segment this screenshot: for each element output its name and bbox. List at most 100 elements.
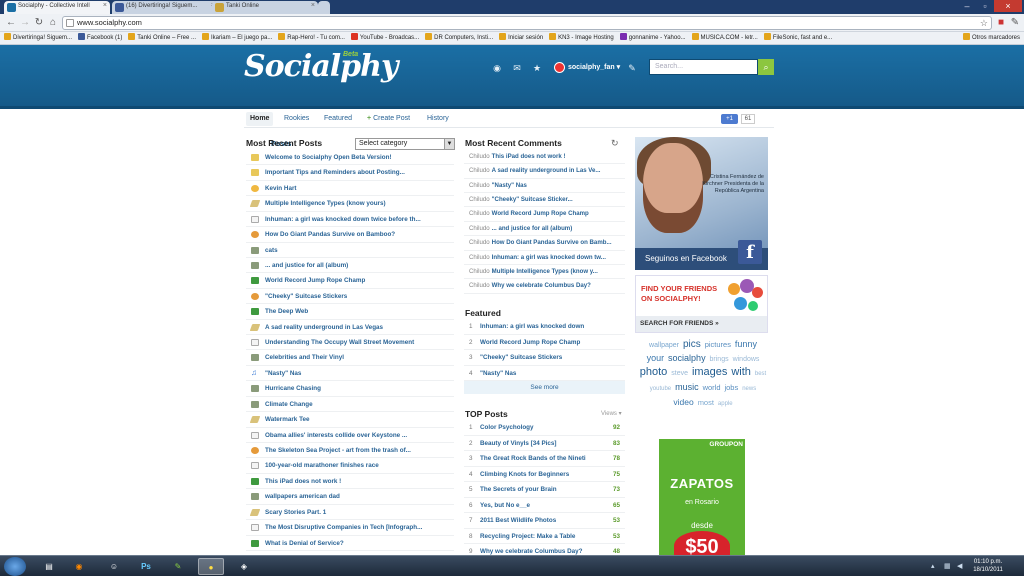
home-icon[interactable]: ⌂ xyxy=(46,16,60,30)
list-item[interactable]: Chiludo "Nasty" Nas xyxy=(464,179,625,194)
comment-post-title[interactable]: Inhuman: a girl was knocked down tw... xyxy=(492,254,606,261)
post-title[interactable]: A sad reality underground in Las Vegas xyxy=(265,324,383,331)
mail-icon[interactable]: ✉ xyxy=(511,62,523,74)
tag-link[interactable]: jobs xyxy=(724,383,738,392)
other-bookmarks[interactable]: Otros marcadores xyxy=(962,32,1020,44)
list-item[interactable]: Celebrities and Their Vinyl xyxy=(246,350,454,366)
comment-author[interactable]: Chiludo xyxy=(469,225,490,232)
bookmark-item[interactable]: KN3 - Image Hosting xyxy=(549,32,614,44)
top-post-title[interactable]: Recycling Project: Make a Table xyxy=(480,533,575,540)
subnav-home[interactable]: Home xyxy=(246,112,274,126)
bookmark-item[interactable]: Divertiringa! Siguem... xyxy=(4,32,72,44)
list-item[interactable]: 1 Inhuman: a girl was knocked down xyxy=(464,319,625,335)
comment-author[interactable]: Chiludo xyxy=(469,239,490,246)
list-item[interactable]: Understanding The Occupy Wall Street Mov… xyxy=(246,335,454,351)
post-title[interactable]: "Nasty" Nas xyxy=(265,370,301,377)
comment-post-title[interactable]: Multiple Intelligence Types (know y... xyxy=(492,268,598,275)
comment-post-title[interactable]: How Do Giant Pandas Survive on Bamb... xyxy=(492,239,612,246)
photoshop-icon[interactable]: Ps xyxy=(133,558,159,575)
list-item[interactable]: A sad reality underground in Las Vegas xyxy=(246,320,454,336)
start-button[interactable] xyxy=(4,557,26,576)
list-item[interactable]: This iPad does not work ! xyxy=(246,474,454,490)
forward-arrow-icon[interactable]: → xyxy=(18,16,32,30)
bookmark-item[interactable]: FileSonic, fast and e... xyxy=(763,32,832,44)
comment-author[interactable]: Chiludo xyxy=(469,167,490,174)
tray-volume-icon[interactable]: ◀ xyxy=(957,562,962,570)
tag-link[interactable]: music xyxy=(675,382,699,392)
list-item[interactable]: ... and justice for all (album) xyxy=(246,258,454,274)
top-post-title[interactable]: Yes, but No e__e xyxy=(480,502,530,509)
featured-title[interactable]: "Nasty" Nas xyxy=(480,370,516,377)
google-plus-one-button[interactable]: +1 xyxy=(721,114,738,124)
post-title[interactable]: Understanding The Occupy Wall Street Mov… xyxy=(265,339,414,346)
list-item[interactable]: 3 "Cheeky" Suitcase Stickers xyxy=(464,350,625,366)
list-item[interactable]: 5 The Secrets of your Brain 73 xyxy=(464,482,625,498)
app-icon[interactable]: ◈ xyxy=(231,558,257,575)
post-title[interactable]: cats xyxy=(265,247,278,254)
list-item[interactable]: Inhuman: a girl was knocked down twice b… xyxy=(246,212,454,228)
tag-link[interactable]: wallpaper xyxy=(649,342,679,349)
tag-link[interactable]: youtube xyxy=(650,386,671,392)
comment-author[interactable]: Chiludo xyxy=(469,182,490,189)
list-item[interactable]: cats xyxy=(246,243,454,258)
list-item[interactable]: Scary Stories Part. 1 xyxy=(246,505,454,521)
list-item[interactable]: 4 "Nasty" Nas xyxy=(464,366,625,381)
post-title[interactable]: Important Tips and Reminders about Posti… xyxy=(265,169,405,176)
post-title[interactable]: World Record Jump Rope Champ xyxy=(265,277,365,284)
wrench-icon[interactable]: ✎ xyxy=(1008,16,1022,30)
bookmark-item[interactable]: Tanki Online – Free ... xyxy=(128,32,196,44)
list-item[interactable]: How Do Giant Pandas Survive on Bamboo? xyxy=(246,227,454,243)
close-window-icon[interactable]: × xyxy=(994,0,1022,12)
post-title[interactable]: Celebrities and Their Vinyl xyxy=(265,354,344,361)
list-item[interactable]: Chiludo... and justice for all (album) xyxy=(464,222,625,237)
top-post-title[interactable]: Climbing Knots for Beginners xyxy=(480,471,569,478)
bookmark-star-icon[interactable]: ☆ xyxy=(980,17,988,29)
search-button[interactable]: ⌕ xyxy=(758,59,774,75)
chrome-icon[interactable]: ● xyxy=(198,558,224,575)
tag-link[interactable]: news xyxy=(742,386,756,392)
subnav-rookies[interactable]: Rookies xyxy=(280,112,313,126)
post-title[interactable]: wallpapers american dad xyxy=(265,493,340,500)
list-item[interactable]: Chiludo Inhuman: a girl was knocked down … xyxy=(464,251,625,265)
tray-network-icon[interactable]: ▦ xyxy=(944,562,951,570)
list-item[interactable]: Chiludo This iPad does not work ! xyxy=(464,150,625,165)
edit-icon[interactable]: ✎ xyxy=(626,62,638,74)
list-item[interactable]: The Deep Web xyxy=(246,304,454,320)
comment-author[interactable]: Chiludo xyxy=(469,196,490,203)
post-title[interactable]: 100-year-old marathoner finishes race xyxy=(265,462,379,469)
close-tab-icon[interactable]: × xyxy=(103,2,107,9)
list-item[interactable]: Chiludo Why we celebrate Columbus Day? xyxy=(464,279,625,294)
find-friends-ad[interactable]: FIND YOUR FRIENDS ON SOCIALPHY! SEARCH FO… xyxy=(635,275,768,333)
post-title[interactable]: This iPad does not work ! xyxy=(265,478,341,485)
post-title[interactable]: Scary Stories Part. 1 xyxy=(265,509,326,516)
browser-tab-divertiringa[interactable]: (16) Divertiringa! Siguem... × xyxy=(112,1,218,14)
address-bar[interactable]: www.socialphy.com ☆ xyxy=(62,16,992,30)
post-title[interactable]: What is Denial of Service? xyxy=(265,540,344,547)
tag-link[interactable]: images xyxy=(692,366,727,378)
list-item[interactable]: "Cheeky" Suitcase Stickers xyxy=(246,289,454,305)
eye-icon[interactable]: ◉ xyxy=(491,62,503,74)
top-post-title[interactable]: Color Psychology xyxy=(480,424,534,431)
comment-author[interactable]: Chiludo xyxy=(469,153,490,160)
comment-post-title[interactable]: A sad reality underground in Las Ve... xyxy=(492,167,601,174)
tag-link[interactable]: world xyxy=(703,383,721,392)
category-select[interactable]: Select category ▼ xyxy=(355,138,455,150)
top-post-title[interactable]: 2011 Best Wildlife Photos xyxy=(480,517,556,524)
post-title[interactable]: Climate Change xyxy=(265,401,313,408)
list-item[interactable]: Chiludo World Record Jump Rope Champ xyxy=(464,207,625,222)
list-item[interactable]: 100-year-old marathoner finishes race xyxy=(246,458,454,474)
comment-post-title[interactable]: Why we celebrate Columbus Day? xyxy=(492,282,591,289)
list-item[interactable]: Chiludo "Cheeky" Suitcase Sticker... xyxy=(464,193,625,208)
see-more-button[interactable]: See more xyxy=(464,381,625,394)
reload-icon[interactable]: ↻ xyxy=(32,16,46,30)
system-clock[interactable]: 01:10 p.m. 18/10/2011 xyxy=(970,558,1006,574)
tag-link[interactable]: photo xyxy=(640,366,668,378)
tag-link[interactable]: with xyxy=(731,366,751,378)
list-item[interactable]: 7 2011 Best Wildlife Photos 53 xyxy=(464,513,625,529)
star-icon[interactable]: ★ xyxy=(531,62,543,74)
list-item[interactable]: Important Tips and Reminders about Posti… xyxy=(246,165,454,181)
tag-link[interactable]: pictures xyxy=(705,340,731,349)
bookmark-item[interactable]: Iniciar sesión xyxy=(499,32,543,44)
tag-link[interactable]: windows xyxy=(733,356,760,363)
comment-author[interactable]: Chiludo xyxy=(469,210,490,217)
